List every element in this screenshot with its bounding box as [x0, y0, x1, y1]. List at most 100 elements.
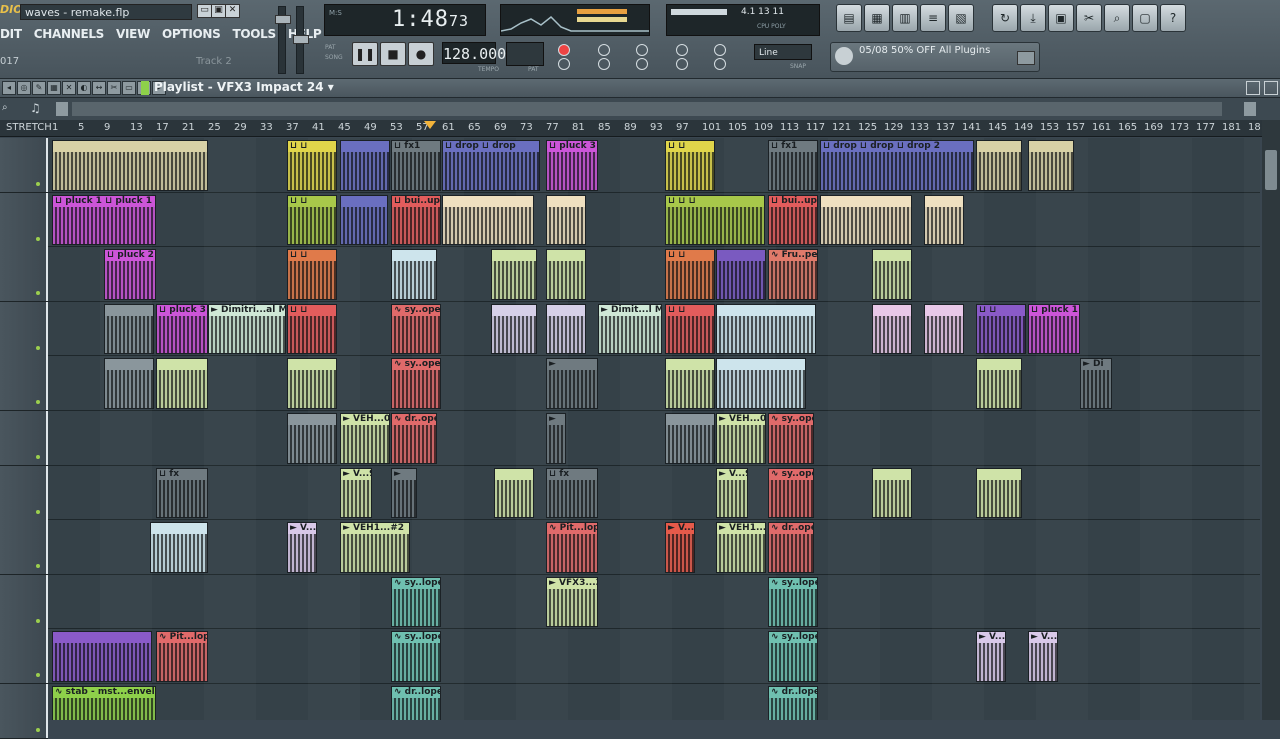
- playlist-clip[interactable]: ⊔ ⊔: [287, 194, 337, 246]
- master-volume-slider[interactable]: [275, 6, 291, 74]
- playlist-clip[interactable]: [924, 194, 964, 246]
- draw-tool-icon[interactable]: ✎: [32, 81, 46, 95]
- playlist-clip[interactable]: [976, 140, 1022, 191]
- track-mute-led[interactable]: [36, 345, 40, 350]
- playlist-clip[interactable]: ► V...6: [976, 631, 1006, 682]
- playlist-clip[interactable]: ⊔ ⊔: [976, 303, 1026, 355]
- playlist-clip[interactable]: ⊔ pluck 1: [1028, 303, 1080, 355]
- time-ruler[interactable]: STRETCH 1 5 9 13 17 21 25 29 33 37 41 45 49 53 57 61 65 6…: [0, 120, 1262, 137]
- playlist-clip[interactable]: ∿ sy..ope: [391, 303, 441, 355]
- playlist-icon[interactable]: ▤: [836, 4, 862, 32]
- cut-icon[interactable]: ✂: [1076, 4, 1102, 32]
- track-mute-led[interactable]: [36, 455, 40, 459]
- slice-tool-icon[interactable]: ✂: [107, 81, 121, 95]
- menu-options[interactable]: OPTIONS: [162, 27, 221, 47]
- playlist-clip[interactable]: ⊔ ⊔: [665, 249, 715, 300]
- step-seq-icon[interactable]: ▥: [892, 4, 918, 32]
- menu-tools[interactable]: TOOLS: [232, 27, 276, 47]
- search-icon[interactable]: ⌕: [1104, 4, 1130, 32]
- scroll-right-icon[interactable]: [1244, 102, 1256, 116]
- magnet-icon[interactable]: ◎: [17, 81, 31, 95]
- menu-arrow-icon[interactable]: ◂: [2, 81, 16, 95]
- playlist-clip[interactable]: ⊔ ⊔: [665, 303, 715, 355]
- playlist-clip[interactable]: [716, 303, 816, 355]
- playlist-clip[interactable]: ⊔ fx: [156, 467, 208, 519]
- playlist-clip[interactable]: ∿ sy..ope: [768, 467, 814, 519]
- playlist-clip[interactable]: ⊔ ⊔: [287, 249, 337, 300]
- playlist-clip[interactable]: ∿ sy..lope: [768, 576, 818, 628]
- playlist-clip[interactable]: ► VEH...05: [340, 413, 390, 464]
- playlist-clip[interactable]: [716, 358, 806, 409]
- undo-icon[interactable]: ↻: [992, 4, 1018, 32]
- track-header[interactable]: [0, 356, 48, 412]
- playlist-clip[interactable]: ► V...9: [340, 467, 372, 519]
- typing-keyboard-icon[interactable]: [676, 58, 688, 70]
- playlist-clip[interactable]: [491, 249, 537, 300]
- news-panel[interactable]: 05/08 50% OFF All Plugins: [830, 42, 1040, 72]
- menu-edit[interactable]: DIT: [0, 27, 22, 47]
- playlist-clip[interactable]: ► V...6: [665, 522, 695, 573]
- playlist-clip[interactable]: [52, 631, 152, 682]
- playlist-clip[interactable]: [491, 303, 537, 355]
- playlist-clip[interactable]: ►: [546, 413, 566, 464]
- playlist-clip[interactable]: [546, 194, 586, 246]
- playlist-clip[interactable]: ∿ Pit...lope: [156, 631, 208, 682]
- horizontal-scrollbar[interactable]: [72, 102, 1222, 116]
- pause-button[interactable]: ❚❚: [352, 42, 378, 66]
- track-mute-led[interactable]: [36, 564, 40, 569]
- playlist-clip[interactable]: ⊔ pluck 3: [546, 140, 598, 191]
- record-button[interactable]: ●: [408, 42, 434, 66]
- playlist-clip[interactable]: ⊔ fx: [546, 467, 598, 519]
- track-mute-led[interactable]: [36, 728, 40, 732]
- maximize-icon[interactable]: ▣: [211, 4, 226, 18]
- track-header[interactable]: [0, 465, 48, 521]
- scroll-left-icon[interactable]: [56, 102, 68, 116]
- playlist-clip[interactable]: [287, 413, 337, 464]
- playlist-scroll-bar[interactable]: ⌕ ♫: [0, 98, 1280, 121]
- playlist-clip[interactable]: [287, 358, 337, 409]
- paint-tool-icon[interactable]: ▦: [47, 81, 61, 95]
- select-tool-icon[interactable]: ▭: [122, 81, 136, 95]
- note-icon[interactable]: ♫: [30, 101, 41, 115]
- playlist-clip[interactable]: ∿ dr..ope: [768, 522, 814, 573]
- track-mute-led[interactable]: [36, 236, 40, 241]
- blend-icon[interactable]: [636, 58, 648, 70]
- song-position-marker[interactable]: [424, 121, 436, 129]
- piano-roll-icon[interactable]: ▦: [864, 4, 890, 32]
- track-mute-led[interactable]: [36, 509, 40, 514]
- record-mode-icon[interactable]: [558, 44, 570, 56]
- track-mute-led[interactable]: [36, 400, 40, 405]
- playlist-clip[interactable]: ∿ Pit...lope: [546, 522, 598, 573]
- track-header[interactable]: [0, 192, 48, 248]
- track-header[interactable]: [0, 138, 48, 193]
- playlist-clip[interactable]: [391, 249, 437, 300]
- playlist-clip[interactable]: ► VEH1...#2: [340, 522, 410, 573]
- playlist-clip[interactable]: ⊔ bui..up: [768, 194, 818, 246]
- playlist-clip[interactable]: ► VFX3...26: [546, 576, 598, 628]
- playlist-clip[interactable]: [442, 194, 534, 246]
- playlist-clip[interactable]: ∿ Fru..pe: [768, 249, 818, 300]
- playlist-clip[interactable]: ⊔ bui..up: [391, 194, 441, 246]
- playlist-clip[interactable]: ⊔ ⊔: [665, 140, 715, 191]
- playlist-clip[interactable]: ► V...9: [716, 467, 748, 519]
- menu-view[interactable]: VIEW: [116, 27, 150, 47]
- playlist-clip[interactable]: ►: [391, 467, 417, 519]
- playlist-clip[interactable]: [872, 303, 912, 355]
- playlist-clip[interactable]: ⊔ pluck 1 ⊔ pluck 1: [52, 194, 156, 246]
- mixer-icon[interactable]: ▧: [948, 4, 974, 32]
- playlist-clip[interactable]: [340, 194, 388, 246]
- vertical-scroll-thumb[interactable]: [1265, 150, 1277, 190]
- track-mute-led[interactable]: [36, 673, 40, 678]
- playlist-clip[interactable]: [52, 140, 208, 191]
- playlist-clip[interactable]: [665, 413, 715, 464]
- song-time-display[interactable]: M:S 1:4873: [324, 4, 486, 36]
- playlist-clip[interactable]: [976, 358, 1022, 409]
- wait-icon[interactable]: [598, 58, 610, 70]
- playlist-clip[interactable]: ∿ dr..lope: [391, 686, 441, 720]
- browser-icon[interactable]: ≡: [920, 4, 946, 32]
- playlist-clip[interactable]: ⊔ pluck 2: [104, 249, 156, 300]
- playlist-clip[interactable]: ► Di: [1080, 358, 1112, 409]
- playlist-clip[interactable]: ⊔ pluck 3: [156, 303, 208, 355]
- playlist-clip[interactable]: ⊔ drop ⊔ drop ⊔ drop 2: [820, 140, 974, 191]
- playlist-clip[interactable]: ► V...6: [1028, 631, 1058, 682]
